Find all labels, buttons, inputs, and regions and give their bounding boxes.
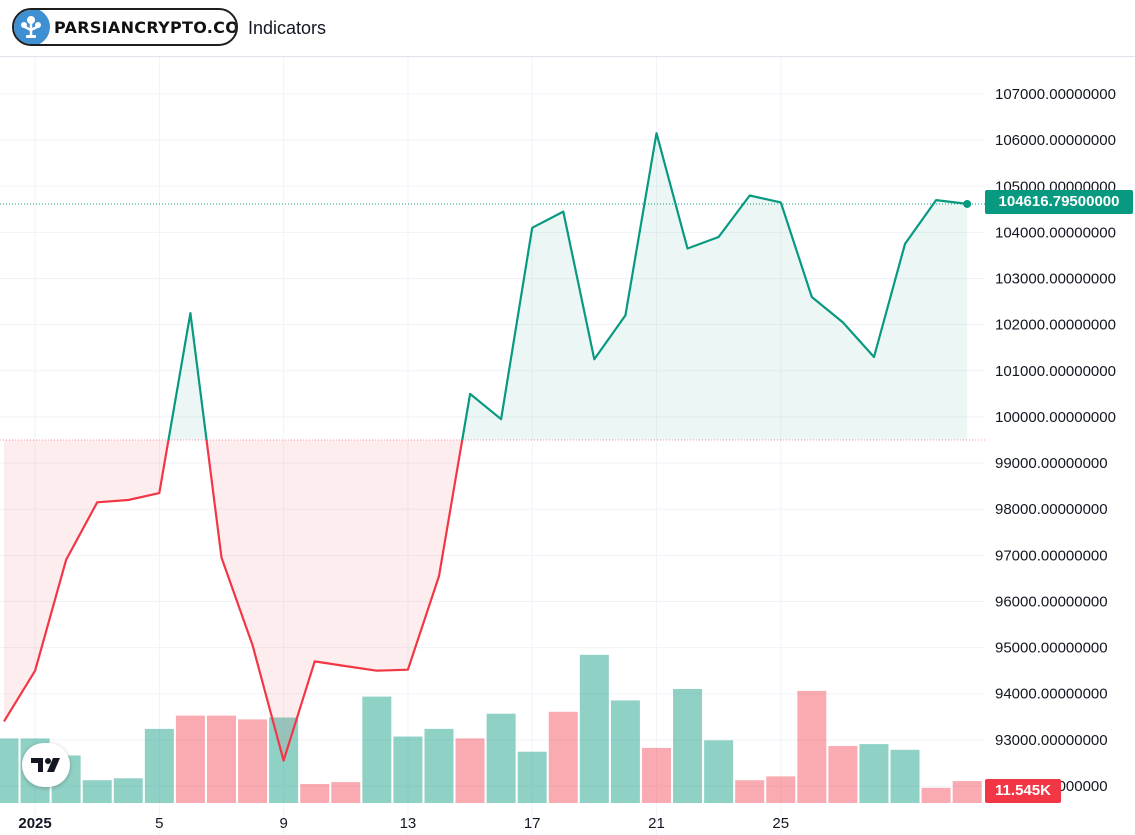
- volume-bar: [548, 711, 578, 803]
- volume-bar: [362, 696, 392, 803]
- price-axis-label: 93000.00000000: [995, 732, 1108, 749]
- volume-bar: [766, 776, 796, 803]
- volume-bars: [0, 654, 982, 803]
- volume-bar: [952, 781, 982, 803]
- parsiancrypto-logo: PARSIANCRYPTO.COM: [12, 8, 238, 46]
- volume-bar: [144, 728, 174, 803]
- top-toolbar: PARSIANCRYPTO.COM Indicators: [0, 0, 1135, 57]
- volume-bar: [673, 689, 703, 803]
- price-axis-label: 103000.00000000: [995, 271, 1116, 288]
- volume-bar: [175, 715, 205, 803]
- time-axis-label: 17: [524, 815, 541, 832]
- volume-bar: [0, 738, 19, 803]
- logo-text: PARSIANCRYPTO.COM: [54, 17, 238, 37]
- time-axis[interactable]: 2025 5 9 13 17 21 25: [18, 815, 789, 832]
- volume-bar: [424, 728, 454, 803]
- price-axis-label: 94000.00000000: [995, 686, 1108, 703]
- volume-bar: [486, 713, 516, 803]
- price-axis-label: 102000.00000000: [995, 317, 1116, 334]
- price-axis-label: 95000.00000000: [995, 640, 1108, 657]
- area-fill-below-baseline: [4, 440, 968, 761]
- time-axis-label: 9: [279, 815, 287, 832]
- time-axis-label: 21: [648, 815, 665, 832]
- price-axis-label: 99000.00000000: [995, 455, 1108, 472]
- price-axis-label: 100000.00000000: [995, 409, 1116, 426]
- price-axis-label: 106000.00000000: [995, 132, 1116, 149]
- time-axis-label: 5: [155, 815, 163, 832]
- volume-bar: [735, 780, 765, 803]
- tradingview-logo-icon[interactable]: [22, 743, 70, 787]
- volume-bar: [859, 744, 889, 803]
- volume-bar: [704, 740, 734, 803]
- price-axis-label: 107000.00000000: [995, 86, 1116, 103]
- volume-bar: [890, 749, 920, 803]
- volume-bar: [331, 782, 361, 803]
- last-volume-label: 11.545K: [985, 779, 1061, 803]
- volume-bar: [455, 738, 485, 803]
- price-axis-label: 98000.00000000: [995, 501, 1108, 518]
- price-axis-label: 101000.00000000: [995, 363, 1116, 380]
- volume-bar: [517, 751, 547, 803]
- price-chart[interactable]: 92000.0000000093000.0000000094000.000000…: [0, 57, 1135, 835]
- time-axis-label: 25: [772, 815, 789, 832]
- volume-bar: [641, 747, 671, 803]
- volume-bar: [610, 700, 640, 803]
- volume-bar: [828, 746, 858, 803]
- volume-bar: [300, 784, 330, 803]
- parsiancrypto-logo-icon: [14, 10, 50, 44]
- volume-bar: [393, 736, 423, 803]
- last-price-label: 104616.79500000: [985, 190, 1133, 214]
- volume-bar: [82, 780, 112, 803]
- time-axis-label: 2025: [18, 815, 51, 832]
- volume-bar: [921, 787, 951, 803]
- volume-bar: [238, 719, 268, 803]
- price-axis-label: 96000.00000000: [995, 593, 1108, 610]
- area-fills: [4, 133, 968, 761]
- chart-canvas[interactable]: 92000.0000000093000.0000000094000.000000…: [0, 57, 1135, 835]
- last-point-marker: [963, 199, 972, 208]
- volume-bar: [579, 654, 609, 803]
- volume-bar: [206, 715, 236, 803]
- price-axis-label: 104000.00000000: [995, 224, 1116, 241]
- price-axis-label: 97000.00000000: [995, 547, 1108, 564]
- volume-bar: [797, 690, 827, 803]
- volume-bar: [113, 778, 143, 803]
- time-axis-label: 13: [400, 815, 417, 832]
- indicators-button[interactable]: Indicators: [248, 18, 326, 39]
